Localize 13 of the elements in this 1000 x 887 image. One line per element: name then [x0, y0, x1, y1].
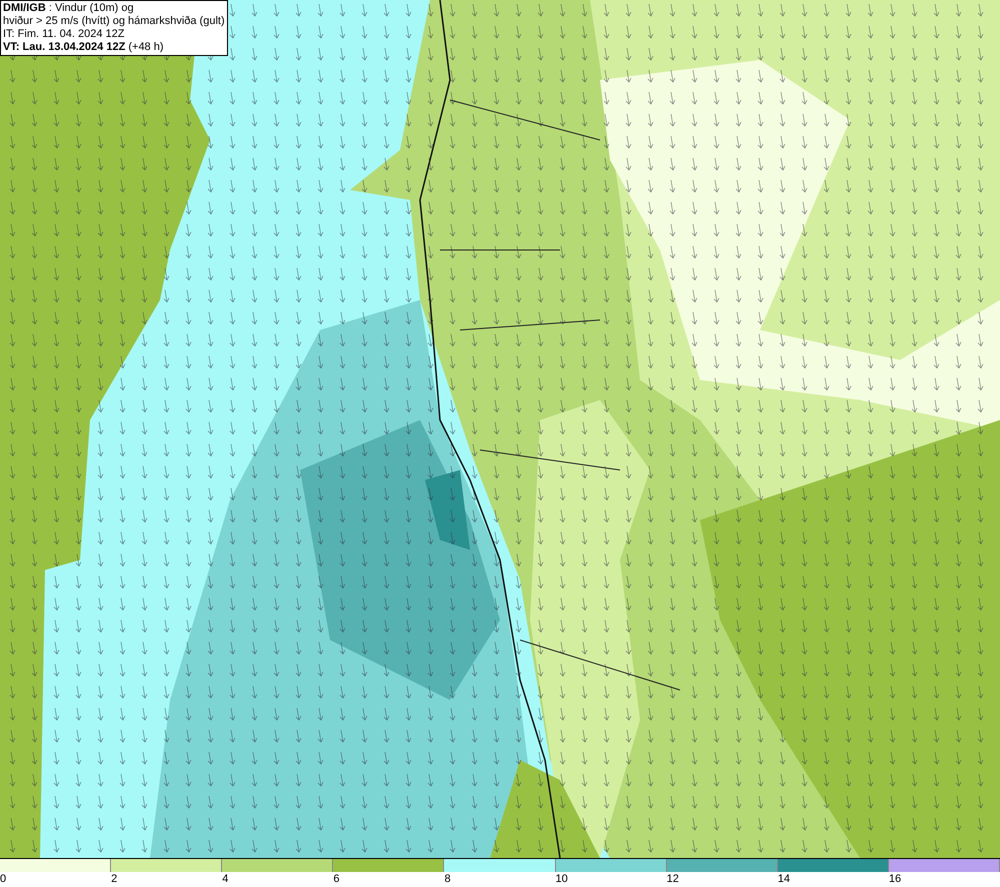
scale-label: 0 [0, 872, 6, 886]
scale-label: 16 [888, 872, 902, 886]
scale-label: 14 [778, 872, 790, 886]
scale-label: 12 [666, 872, 679, 886]
scale-label: 6 [333, 872, 340, 886]
title-line: IT: Fim. 11. 04. 2024 12Z [3, 28, 126, 41]
title-line: VT: Lau. 13.04.2024 12Z (+48 h) [3, 41, 165, 54]
scale-label: 2 [111, 872, 118, 886]
scale-label: 10 [556, 872, 568, 886]
title-line: hviður > 25 m/s (hvítt) og hámarkshviða (gult) [3, 15, 225, 28]
scale-label: 8 [444, 872, 451, 886]
scale-label: 4 [222, 872, 228, 886]
title-line: DMI/IGB : Vindur (10m) og [3, 2, 135, 15]
